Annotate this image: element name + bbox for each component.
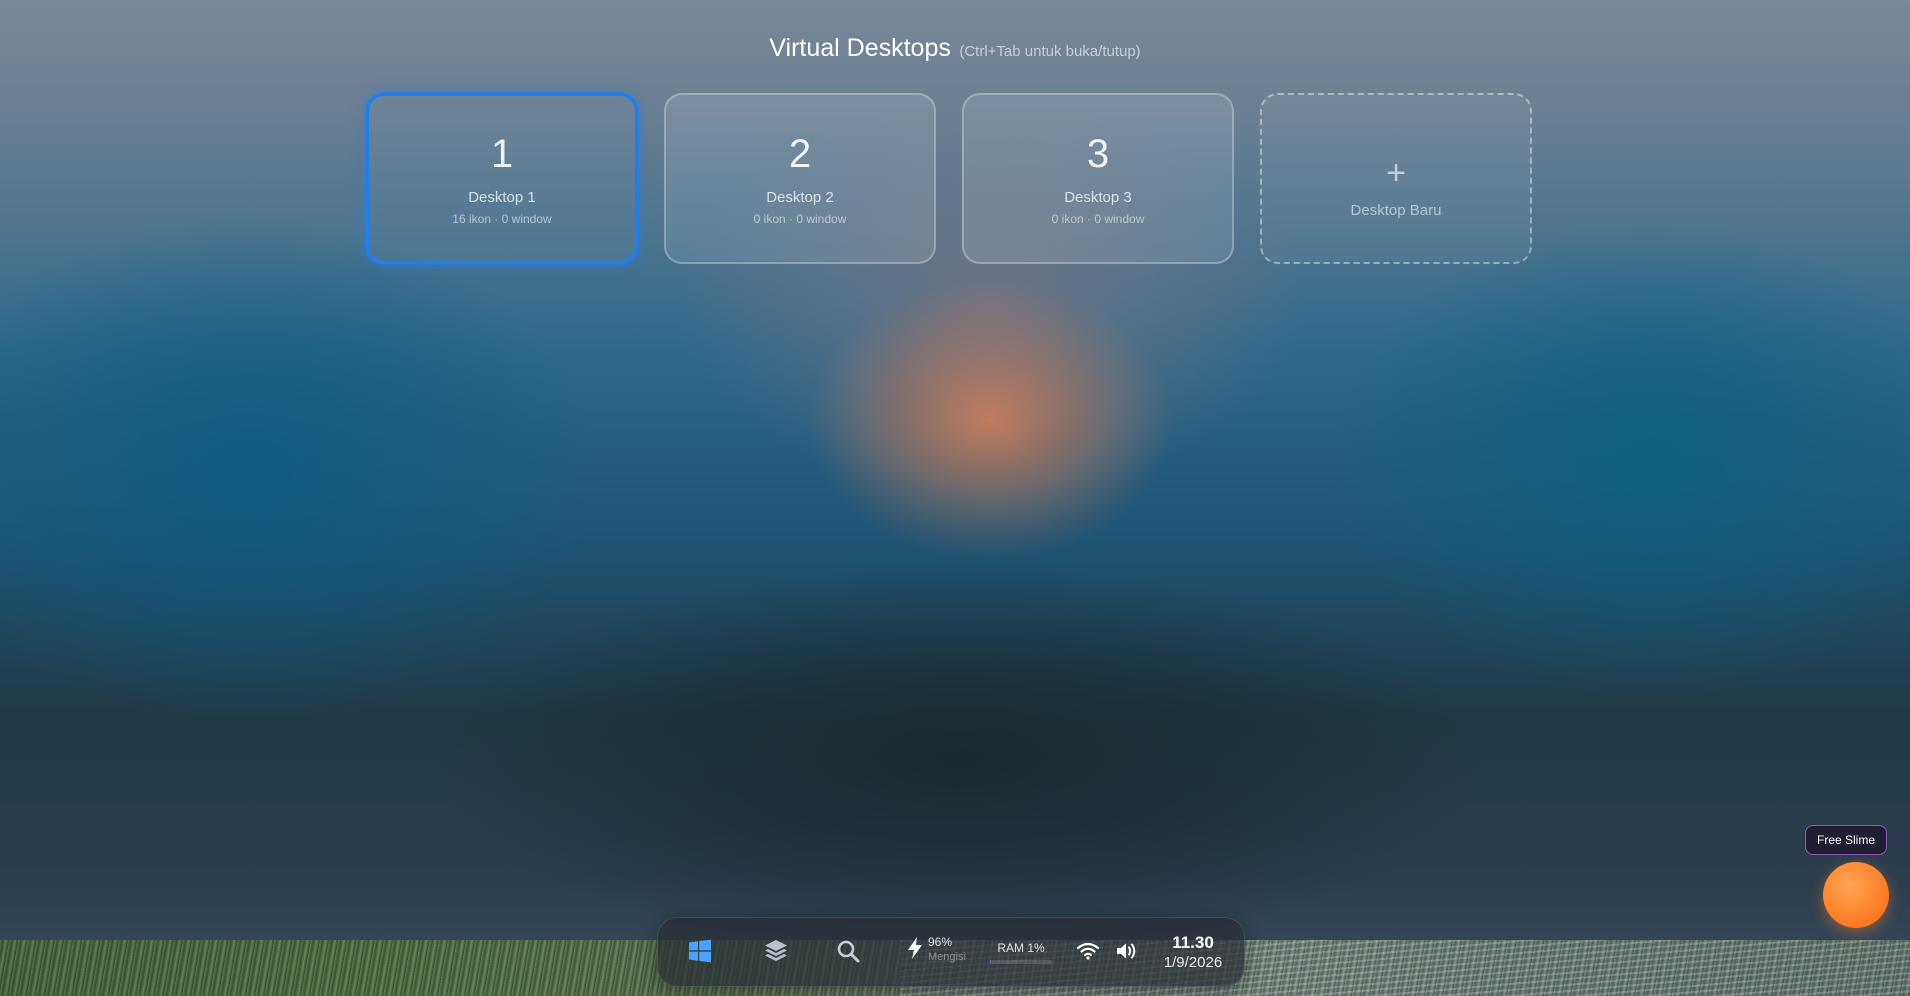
volume-icon	[1115, 941, 1139, 966]
slime-pet[interactable]	[1823, 862, 1889, 928]
desktop-card-1[interactable]: 1 Desktop 1 16 ikon · 0 window	[366, 93, 638, 264]
lightning-icon	[906, 936, 924, 965]
search-icon	[836, 939, 860, 968]
new-desktop-button[interactable]: + Desktop Baru	[1260, 93, 1532, 264]
taskbar-clock[interactable]: 11.30 1/9/2026	[1158, 933, 1228, 973]
clock-date: 1/9/2026	[1163, 954, 1223, 971]
ram-usage-bar	[990, 960, 1052, 964]
desktop-card-3[interactable]: 3 Desktop 3 0 ikon · 0 window	[962, 93, 1234, 264]
taskbar: 96% Mengisi RAM 1% 11.30 1/9/2026	[657, 917, 1245, 987]
battery-status: Mengisi	[928, 951, 966, 963]
desktop-meta: 0 ikon · 0 window	[1051, 212, 1145, 226]
desktop-meta: 0 ikon · 0 window	[753, 212, 847, 226]
windows-icon	[688, 939, 712, 968]
battery-indicator[interactable]: 96% Mengisi	[906, 935, 966, 965]
search-button[interactable]	[828, 933, 868, 973]
plus-icon: +	[1386, 154, 1406, 192]
desktop-card-2[interactable]: 2 Desktop 2 0 ikon · 0 window	[664, 93, 936, 264]
virtual-desktops-header: Virtual Desktops (Ctrl+Tab untuk buka/tu…	[0, 34, 1910, 63]
new-desktop-label: Desktop Baru	[1350, 202, 1442, 219]
overlay-title: Virtual Desktops	[769, 34, 951, 62]
start-button[interactable]	[680, 933, 720, 973]
virtual-desktops-button[interactable]	[756, 933, 796, 973]
desktop-name: Desktop 2	[766, 189, 834, 206]
desktop-number: 2	[788, 132, 812, 176]
free-slime-label: Free Slime	[1805, 825, 1888, 855]
desktop-number: 3	[1086, 132, 1110, 176]
desktop-meta: 16 ikon · 0 window	[452, 212, 552, 226]
volume-button[interactable]	[1107, 933, 1147, 973]
desktop-name: Desktop 1	[468, 189, 536, 206]
wifi-icon	[1076, 942, 1100, 965]
ram-label: RAM 1%	[997, 941, 1045, 955]
clock-time: 11.30	[1172, 933, 1214, 952]
ram-usage-fill	[990, 960, 992, 964]
wifi-button[interactable]	[1068, 933, 1108, 973]
desktop-number: 1	[490, 132, 514, 176]
ram-indicator: RAM 1%	[990, 941, 1052, 964]
layers-icon	[763, 938, 789, 969]
desktop-list: 1 Desktop 1 16 ikon · 0 window 2 Desktop…	[366, 93, 1532, 264]
overlay-shortcut-hint: (Ctrl+Tab untuk buka/tutup)	[959, 43, 1141, 60]
desktop-name: Desktop 3	[1064, 189, 1132, 206]
battery-percent: 96%	[928, 935, 953, 949]
